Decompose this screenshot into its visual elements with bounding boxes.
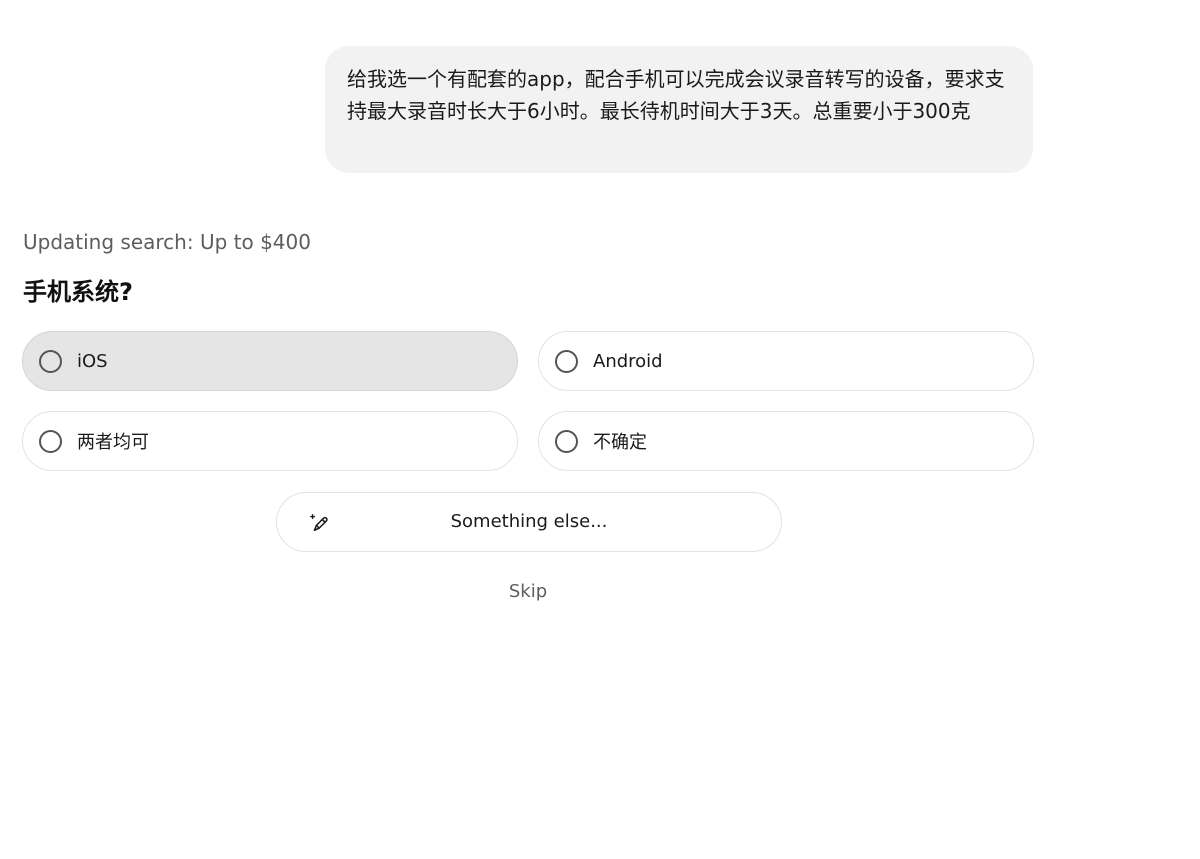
option-label: Android [593,350,663,372]
something-else-label: Something else... [450,511,608,532]
something-else-button[interactable]: Something else... [276,492,782,552]
radio-circle-icon [555,429,578,453]
option-either[interactable]: 两者均可 [22,411,518,471]
option-ios[interactable]: iOS [22,331,518,391]
search-status-text: Updating search: Up to $400 [23,230,311,254]
option-unsure[interactable]: 不确定 [538,411,1034,471]
option-label: iOS [77,350,108,372]
radio-circle-icon [555,349,578,373]
user-message-text: 给我选一个有配套的app，配合手机可以完成会议录音转写的设备，要求支持最大录音时… [347,67,1005,123]
radio-circle-icon [39,349,62,373]
radio-circle-icon [39,429,62,453]
option-label: 不确定 [593,432,647,453]
question-title: 手机系统? [23,278,133,306]
chat-page: 给我选一个有配套的app，配合手机可以完成会议录音转写的设备，要求支持最大录音时… [0,0,1200,859]
option-android[interactable]: Android [538,331,1034,391]
user-message-bubble: 给我选一个有配套的app，配合手机可以完成会议录音转写的设备，要求支持最大录音时… [325,46,1033,173]
skip-button[interactable]: Skip [478,578,578,606]
option-label: 两者均可 [77,432,149,453]
